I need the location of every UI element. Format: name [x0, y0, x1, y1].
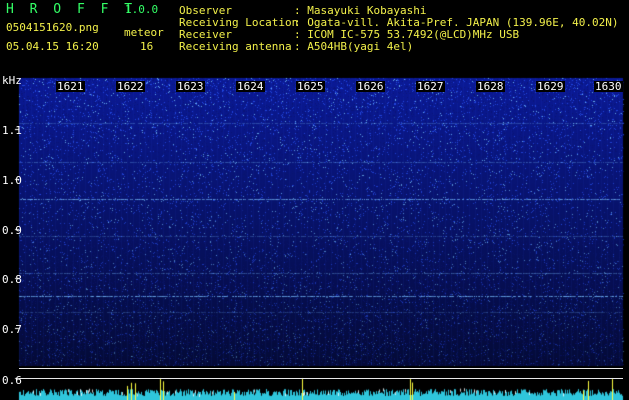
app-version: 1.0.0 — [125, 3, 159, 16]
y-tick-label: 0.7 — [2, 323, 22, 336]
minute-label: 1627 — [416, 80, 445, 93]
minute-label: 1626 — [356, 80, 385, 93]
axis-unit-label: kHz — [2, 74, 22, 87]
antenna-label: Receiving antenna — [179, 40, 292, 53]
minute-label: 1630 — [594, 80, 623, 93]
location-value: : Ogata-vill. Akita-Pref. JAPAN (139.96E… — [294, 16, 619, 29]
antenna-value: : A504HB(yagi 4el) — [294, 40, 414, 53]
minute-label: 1625 — [296, 80, 325, 93]
strip-divider-bottom — [19, 378, 623, 379]
location-label: Receiving Location — [179, 16, 299, 29]
app-title: H R O F F T — [6, 2, 137, 17]
y-tick-label: 0.8 — [2, 273, 22, 286]
minute-label: 1624 — [236, 80, 265, 93]
minute-label: 1628 — [476, 80, 505, 93]
observer-value: : Masayuki Kobayashi — [294, 4, 427, 17]
file-name: 0504151620.png — [6, 21, 99, 34]
strip-divider-top — [19, 368, 623, 369]
minute-label: 1623 — [176, 80, 205, 93]
y-tick-label: 1.1 — [2, 124, 22, 137]
receiver-value: : ICOM IC-575 53.7492(@LCD)MHz USB — [294, 28, 520, 41]
observer-label: Observer — [179, 4, 232, 17]
minute-label: 1622 — [116, 80, 145, 93]
file-datetime: 05.04.15 16:20 — [6, 40, 99, 53]
meteor-count: 16 — [140, 40, 154, 53]
y-tick-label: 0.6 — [2, 374, 22, 387]
y-tick-label: 0.9 — [2, 224, 22, 237]
receiver-label: Receiver — [179, 28, 232, 41]
minute-label: 1629 — [536, 80, 565, 93]
spectrogram-canvas — [0, 0, 629, 400]
y-tick-label: 1.0 — [2, 174, 22, 187]
minute-label: 1621 — [56, 80, 85, 93]
meteor-label: meteor — [124, 26, 164, 39]
